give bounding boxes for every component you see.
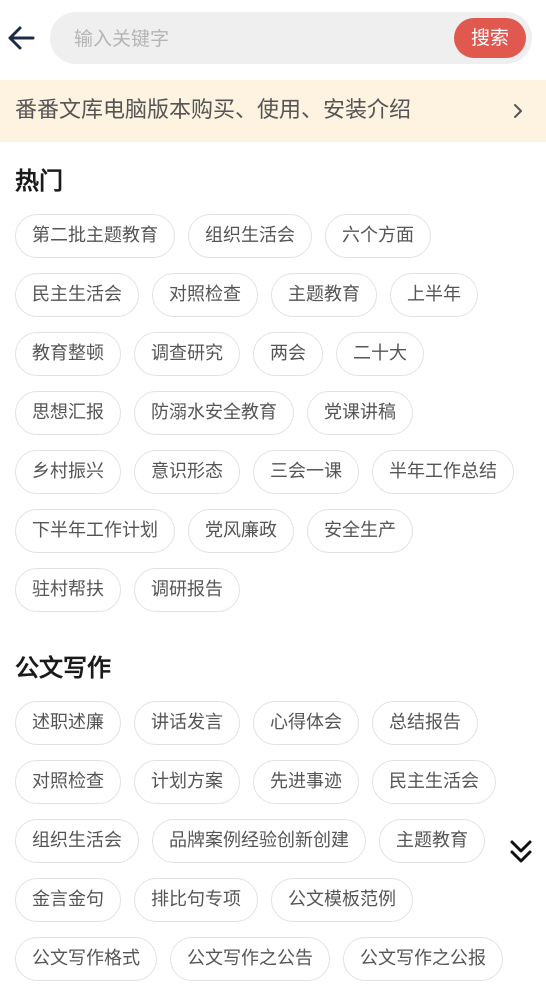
search-bar: 搜索 [50,12,532,66]
tag-chip[interactable]: 组织生活会 [188,214,312,258]
section-title-writing: 公文写作 [15,654,111,682]
writing-tag-list: 述职述廉 讲话发言 心得体会 总结报告对照检查 计划方案 先进事迹 民主生活会组织生活会 品牌… [15,701,540,996]
tag-chip[interactable]: 对照检查 [15,760,121,804]
tag-chip[interactable]: 公文写作格式 [15,937,157,981]
chevron-right-icon [514,104,522,118]
tag-chip[interactable]: 民主生活会 [372,760,496,804]
tag-chip[interactable]: 意识形态 [134,450,240,494]
promo-banner[interactable]: 番番文库电脑版本购买、使用、安装介绍 [0,80,546,142]
tag-chip[interactable]: 总结报告 [372,701,478,745]
tag-chip[interactable]: 半年工作总结 [372,450,514,494]
tag-chip[interactable]: 金言金句 [15,878,121,922]
tag-chip[interactable]: 思想汇报 [15,391,121,435]
tag-chip[interactable]: 主题教育 [379,819,485,863]
tag-chip[interactable]: 计划方案 [134,760,240,804]
tag-chip[interactable]: 第二批主题教育 [15,214,175,258]
tag-chip[interactable]: 调查研究 [134,332,240,376]
expand-button[interactable] [508,838,534,866]
tag-chip[interactable]: 防溺水安全教育 [134,391,294,435]
tag-chip[interactable]: 下半年工作计划 [15,509,175,553]
tag-chip[interactable]: 主题教育 [271,273,377,317]
double-chevron-down-icon [510,840,532,863]
hot-tag-list: 第二批主题教育 组织生活会 六个方面民主生活会 对照检查 主题教育 上半年教育整顿 调查研究… [15,214,540,627]
back-button[interactable] [5,22,37,54]
tag-chip[interactable]: 心得体会 [253,701,359,745]
tag-chip[interactable]: 述职述廉 [15,701,121,745]
tag-chip[interactable]: 乡村振兴 [15,450,121,494]
search-header: 搜索 [0,0,546,78]
banner-text: 番番文库电脑版本购买、使用、安装介绍 [15,98,412,123]
arrow-left-icon [8,26,35,50]
tag-chip[interactable]: 三会一课 [253,450,359,494]
tag-chip[interactable]: 先进事迹 [253,760,359,804]
section-title-hot: 热门 [15,167,63,195]
tag-chip[interactable]: 安全生产 [307,509,413,553]
search-button[interactable]: 搜索 [454,18,526,58]
tag-chip[interactable]: 排比句专项 [134,878,258,922]
tag-chip[interactable]: 党课讲稿 [307,391,413,435]
tag-chip[interactable]: 六个方面 [325,214,431,258]
tag-chip[interactable]: 组织生活会 [15,819,139,863]
tag-chip[interactable]: 党风廉政 [188,509,294,553]
tag-chip[interactable]: 公文写作之公告 [170,937,330,981]
search-input[interactable] [72,12,446,66]
tag-chip[interactable]: 公文模板范例 [271,878,413,922]
tag-chip[interactable]: 对照检查 [152,273,258,317]
tag-chip[interactable]: 讲话发言 [134,701,240,745]
tag-chip[interactable]: 上半年 [390,273,478,317]
tag-chip[interactable]: 驻村帮扶 [15,568,121,612]
tag-chip[interactable]: 教育整顿 [15,332,121,376]
tag-chip[interactable]: 公文写作之公报 [343,937,503,981]
tag-chip[interactable]: 两会 [253,332,323,376]
tag-chip[interactable]: 品牌案例经验创新创建 [152,819,366,863]
tag-chip[interactable]: 民主生活会 [15,273,139,317]
tag-chip[interactable]: 调研报告 [134,568,240,612]
tag-chip[interactable]: 二十大 [336,332,424,376]
